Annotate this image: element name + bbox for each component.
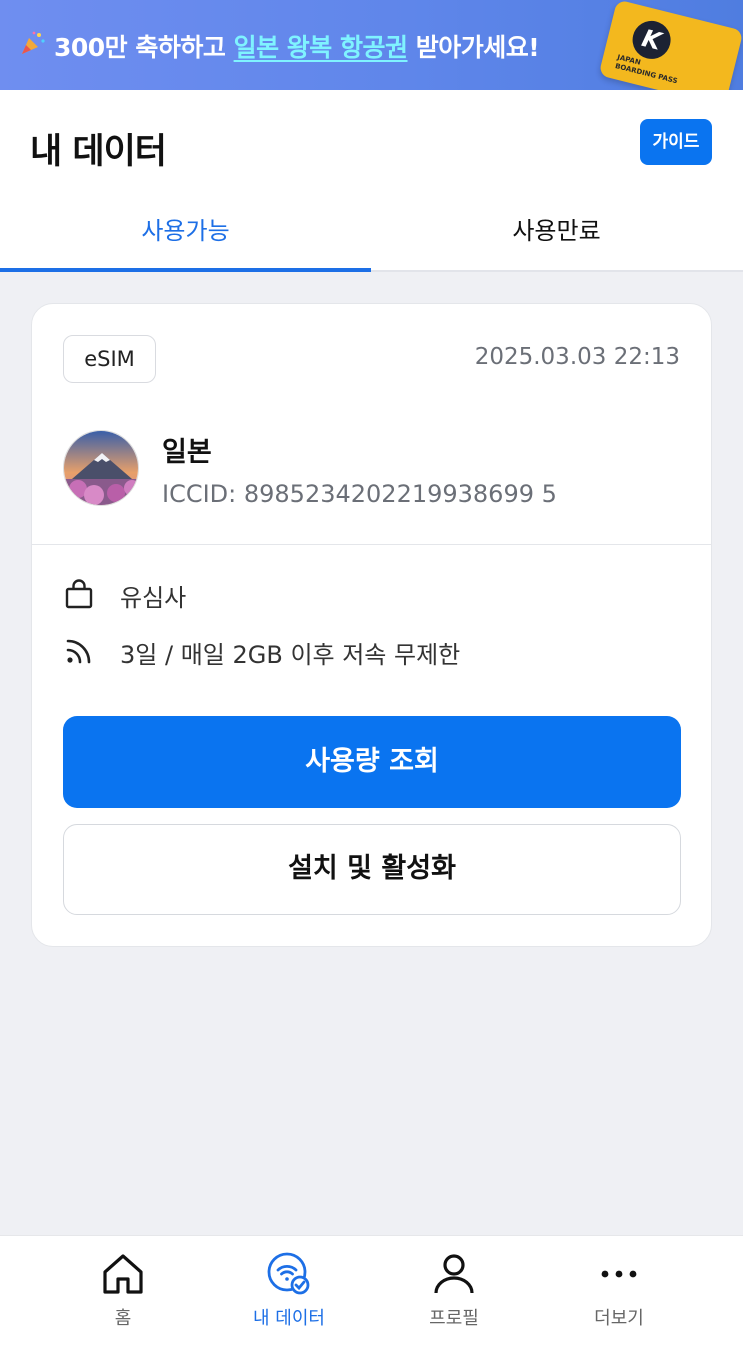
- esim-badge: eSIM: [63, 335, 156, 383]
- guide-button[interactable]: 가이드: [640, 119, 712, 165]
- card-divider: [32, 544, 711, 545]
- ticket-caption-line-2: BOARDING PASS: [614, 62, 679, 86]
- page-title: 내 데이터: [30, 132, 167, 172]
- esim-card: eSIM 2025.03.03 22:13 일본 ICCID: 89852342…: [31, 303, 712, 947]
- nav-my-data[interactable]: 내 데이터: [229, 1250, 349, 1340]
- home-icon: [99, 1250, 147, 1298]
- plan-label: 3일 / 매일 2GB 이후 저속 무제한: [120, 641, 461, 669]
- ticket-illustration: K JAPAN BOARDING PASS: [598, 0, 743, 90]
- more-dots-icon: [595, 1250, 643, 1298]
- check-usage-button[interactable]: 사용량 조회: [63, 716, 681, 808]
- iccid-text: ICCID: 8985234202219938699 5: [162, 480, 557, 508]
- vendor-row: 유심사: [63, 574, 683, 614]
- nav-more-label: 더보기: [594, 1308, 644, 1329]
- banner-highlight-link[interactable]: 일본 왕복 항공권: [234, 33, 408, 62]
- tab-active-indicator: [0, 268, 371, 272]
- promo-banner[interactable]: 300만 축하하고 일본 왕복 항공권 받아가세요! K JAPAN BOARD…: [0, 0, 743, 90]
- nav-profile[interactable]: 프로필: [394, 1250, 514, 1340]
- wifi-check-icon: [265, 1250, 313, 1298]
- banner-text-start: 300만 축하하고: [54, 33, 234, 62]
- nav-home-label: 홈: [114, 1308, 132, 1329]
- tab-divider: [371, 270, 743, 272]
- purchase-date: 2025.03.03 22:13: [474, 344, 680, 370]
- nav-home[interactable]: 홈: [63, 1250, 183, 1340]
- tab-bar: 사용가능 사용만료: [0, 200, 743, 272]
- nav-my-data-label: 내 데이터: [253, 1308, 325, 1329]
- shopping-bag-icon: [63, 578, 95, 610]
- country-image: [63, 430, 139, 506]
- tab-expired[interactable]: 사용만료: [371, 200, 742, 272]
- header: 내 데이터 가이드 사용가능 사용만료: [0, 90, 743, 272]
- banner-text-end: 받아가세요!: [407, 33, 540, 62]
- vendor-label: 유심사: [120, 584, 187, 612]
- ticket-logo: K: [628, 16, 675, 63]
- country-name: 일본: [162, 437, 212, 468]
- nav-profile-label: 프로필: [429, 1308, 479, 1329]
- bottom-nav: 홈 내 데이터 프로필 더보기: [0, 1235, 743, 1359]
- nav-more[interactable]: 더보기: [559, 1250, 679, 1340]
- plan-row: 3일 / 매일 2GB 이후 저속 무제한: [63, 631, 683, 671]
- install-activate-button[interactable]: 설치 및 활성화: [63, 824, 681, 915]
- person-icon: [430, 1250, 478, 1298]
- party-popper-icon: [20, 30, 48, 62]
- signal-icon: [63, 635, 95, 667]
- tab-available[interactable]: 사용가능: [0, 200, 371, 272]
- banner-text: 300만 축하하고 일본 왕복 항공권 받아가세요!: [20, 28, 540, 64]
